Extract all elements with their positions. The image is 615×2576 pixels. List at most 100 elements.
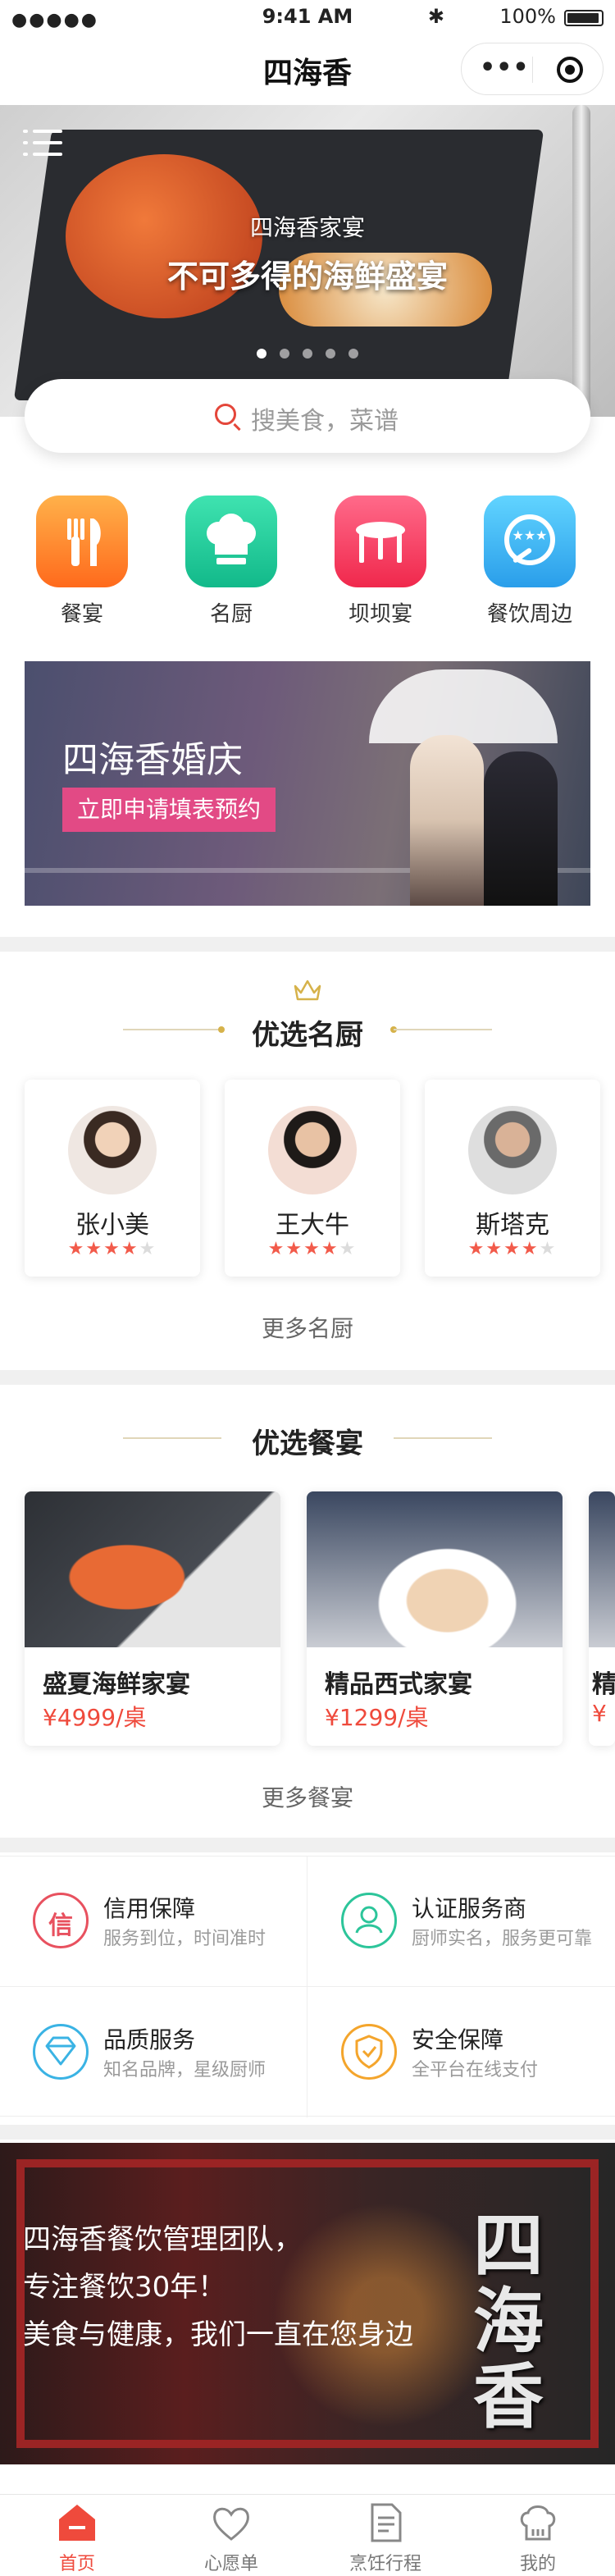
carousel-dot[interactable]: [326, 349, 335, 359]
banquet-photo: [25, 1491, 280, 1647]
star-icon: ★: [67, 1239, 86, 1259]
document-icon: [364, 2501, 407, 2544]
chef-avatar: [68, 1106, 157, 1194]
tab-cooking-schedule[interactable]: 烹饪行程: [308, 2501, 462, 2575]
chefs-section-header: 优选名厨: [0, 1012, 615, 1053]
star-icon: ★: [285, 1239, 304, 1259]
chef-avatar: [468, 1106, 557, 1194]
carousel-dot[interactable]: [348, 349, 358, 359]
header-line: [394, 1029, 492, 1030]
banquet-name: 精品西式家宴: [325, 1670, 472, 1699]
mini-program-capsule: •••: [461, 43, 604, 95]
battery-percent: 100%: [499, 5, 556, 28]
header-line: [394, 1437, 492, 1439]
hero-carousel[interactable]: 四海香家宴 不可多得的海鲜盛宴: [0, 105, 615, 417]
carousel-dot[interactable]: [303, 349, 312, 359]
category-outdoor-feast[interactable]: 坝坝宴: [335, 496, 426, 628]
banquet-photo: [307, 1491, 563, 1647]
search-bar[interactable]: 搜美食，菜谱: [25, 379, 590, 453]
more-banquets-link[interactable]: 更多餐宴: [0, 1780, 615, 1813]
category-label: 餐宴: [60, 602, 103, 627]
service-credit[interactable]: 信 信用保障 服务到位，时间准时: [0, 1857, 307, 1986]
star-icon: ★: [121, 1239, 139, 1259]
star-icon: ★: [103, 1239, 121, 1259]
home-icon: [56, 2501, 98, 2544]
chef-name: 王大牛: [276, 1211, 349, 1240]
more-chefs-link[interactable]: 更多名厨: [0, 1311, 615, 1344]
brand-promo-banner[interactable]: 四海香 四海香餐饮管理团队， 专注餐饮30年！ 美食与健康，我们一直在您身边: [0, 2143, 615, 2464]
table-icon: [335, 496, 426, 587]
carousel-indicator: [0, 346, 615, 362]
banquets-section-title: 优选餐宴: [252, 1427, 363, 1460]
section-divider: [0, 1370, 615, 1385]
category-chef[interactable]: 名厨: [185, 496, 277, 628]
banquet-card[interactable]: 盛夏海鲜家宴 ¥4999/桌: [25, 1491, 280, 1746]
star-icon: ★: [85, 1239, 104, 1259]
chef-hat-icon: [517, 2501, 559, 2544]
service-desc: 全平台在线支付: [412, 2060, 539, 2080]
service-title: 安全保障: [412, 2026, 504, 2053]
tab-wishlist[interactable]: 心愿单: [154, 2501, 308, 2575]
chef-rating: ★★★★★: [225, 1239, 400, 1259]
service-desc: 厨师实名，服务更可靠: [412, 1929, 593, 1949]
capsule-divider: [532, 57, 533, 83]
grid-divider: [307, 1857, 308, 2117]
wedding-title: 四海香婚庆: [62, 739, 243, 781]
certified-user-icon: [341, 1893, 397, 1948]
category-banquet[interactable]: 餐宴: [36, 496, 128, 628]
status-bar: ●●●●● 9:41 AM ✱ 100%: [0, 0, 615, 33]
credit-icon: 信: [33, 1893, 89, 1948]
tab-label: 首页: [58, 2554, 95, 2574]
apply-booking-button[interactable]: 立即申请填表预约: [62, 788, 276, 832]
brand-logo: 四海香: [473, 2205, 544, 2438]
promo-line: 美食与健康，我们一直在您身边: [23, 2318, 413, 2351]
hero-subtitle: 四海香家宴: [249, 214, 365, 241]
banquet-name: 盛夏海鲜家宴: [43, 1670, 190, 1699]
star-icon: ★: [303, 1239, 321, 1259]
star-icon: ★: [139, 1239, 157, 1259]
carousel-dot[interactable]: [257, 349, 266, 359]
chef-rating: ★★★★★: [25, 1239, 200, 1259]
wedding-banner[interactable]: 四海香婚庆 立即申请填表预约: [25, 661, 590, 906]
close-target-icon[interactable]: [557, 57, 583, 83]
diamond-icon: [33, 2024, 89, 2080]
service-desc: 知名品牌，星级厨师: [103, 2060, 266, 2080]
star-icon: ★: [485, 1239, 504, 1259]
star-icon: ★: [539, 1239, 558, 1259]
chef-rating: ★★★★★: [425, 1239, 600, 1259]
service-quality[interactable]: 品质服务 知名品牌，星级厨师: [0, 1988, 307, 2117]
tab-label: 我的: [519, 2554, 556, 2574]
menu-icon[interactable]: [23, 125, 62, 161]
crown-icon: [294, 980, 321, 1001]
banquet-card[interactable]: 精品西式家宴 ¥1299/桌: [307, 1491, 563, 1746]
chef-card[interactable]: 斯塔克 ★★★★★: [425, 1080, 600, 1277]
chefs-section-title: 优选名厨: [252, 1019, 363, 1052]
tab-home[interactable]: 首页: [0, 2501, 154, 2575]
service-title: 品质服务: [103, 2026, 196, 2053]
heart-icon: [210, 2501, 253, 2544]
star-icon: ★: [467, 1239, 486, 1259]
chef-card[interactable]: 王大牛 ★★★★★: [225, 1080, 400, 1277]
section-divider: [0, 2125, 615, 2140]
grid-divider: [0, 1986, 615, 1987]
battery-icon: [564, 10, 604, 26]
chef-card[interactable]: 张小美 ★★★★★: [25, 1080, 200, 1277]
section-divider: [0, 937, 615, 952]
star-icon: ★: [339, 1239, 358, 1259]
chef-avatar: [268, 1106, 357, 1194]
carousel-dot[interactable]: [280, 349, 289, 359]
service-safety[interactable]: 安全保障 全平台在线支付: [308, 1988, 615, 2117]
tab-profile[interactable]: 我的: [461, 2501, 615, 2575]
umbrella-image: [369, 669, 558, 743]
tab-label: 心愿单: [203, 2554, 258, 2574]
groom-image: [410, 735, 484, 906]
category-label: 坝坝宴: [348, 602, 412, 627]
category-dining-extras[interactable]: ★★★ 餐饮周边: [484, 496, 576, 628]
star-plate-icon: ★★★: [484, 496, 576, 587]
bride-image: [484, 751, 558, 906]
chef-hat-icon: [185, 496, 277, 587]
more-icon[interactable]: •••: [480, 53, 530, 82]
star-icon: ★: [521, 1239, 540, 1259]
service-certified[interactable]: 认证服务商 厨师实名，服务更可靠: [308, 1857, 615, 1986]
banquet-card[interactable]: 精 ¥: [589, 1491, 615, 1746]
